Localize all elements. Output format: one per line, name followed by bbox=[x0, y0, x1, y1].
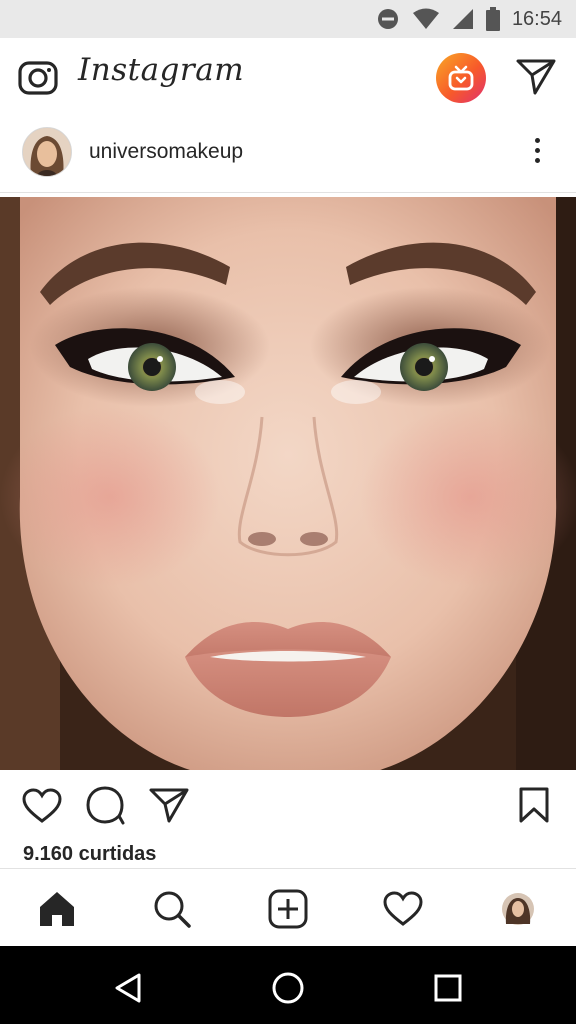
app-header: Instagram bbox=[0, 38, 576, 118]
back-icon[interactable] bbox=[108, 968, 148, 1008]
signal-icon bbox=[452, 9, 473, 29]
bottom-nav bbox=[0, 868, 576, 947]
like-icon[interactable] bbox=[22, 788, 62, 824]
system-nav-bar bbox=[0, 946, 576, 1024]
igtv-icon bbox=[448, 65, 474, 91]
wifi-icon bbox=[412, 8, 439, 29]
avatar[interactable] bbox=[22, 127, 72, 177]
post-actions bbox=[0, 770, 576, 842]
post-image[interactable] bbox=[0, 197, 576, 770]
home-circle-icon[interactable] bbox=[268, 968, 308, 1008]
share-icon[interactable] bbox=[148, 786, 190, 824]
status-time: 16:54 bbox=[511, 7, 562, 30]
post-username[interactable]: universomakeup bbox=[89, 140, 243, 164]
more-options-icon[interactable] bbox=[530, 138, 544, 168]
direct-message-icon[interactable] bbox=[515, 56, 557, 101]
profile-avatar[interactable] bbox=[496, 887, 540, 931]
camera-icon[interactable] bbox=[18, 59, 58, 100]
save-icon[interactable] bbox=[518, 786, 550, 824]
comment-icon[interactable] bbox=[86, 786, 126, 826]
app-title: Instagram bbox=[78, 52, 245, 88]
status-bar: 16:54 bbox=[0, 0, 576, 38]
post-header: universomakeup bbox=[0, 116, 576, 193]
do-not-disturb-icon bbox=[377, 9, 398, 29]
status-icons: 16:54 bbox=[376, 0, 562, 38]
recents-icon[interactable] bbox=[428, 968, 468, 1008]
battery-icon bbox=[485, 7, 500, 31]
home-icon[interactable] bbox=[35, 887, 79, 931]
igtv-button[interactable] bbox=[436, 53, 486, 103]
search-icon[interactable] bbox=[150, 887, 194, 931]
likes-count[interactable]: 9.160 curtidas bbox=[23, 843, 156, 866]
activity-icon[interactable] bbox=[381, 887, 425, 931]
add-post-icon[interactable] bbox=[266, 887, 310, 931]
